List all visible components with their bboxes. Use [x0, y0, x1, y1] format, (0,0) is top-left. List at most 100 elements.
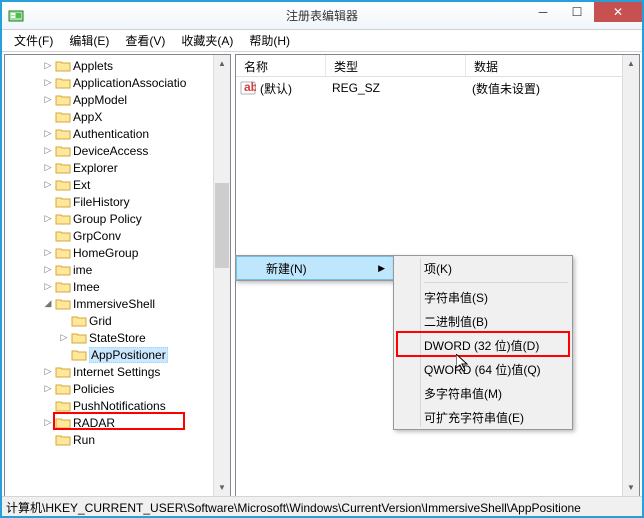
- tree-node-authentication[interactable]: ▷Authentication: [5, 125, 230, 142]
- menu-new-dword[interactable]: DWORD (32 位)值(D): [394, 333, 572, 357]
- tree-node-filehistory[interactable]: FileHistory: [5, 193, 230, 210]
- tree-node-label: Internet Settings: [73, 365, 160, 379]
- tree-node-apppositioner[interactable]: AppPositioner: [5, 346, 230, 363]
- folder-icon: [55, 416, 71, 430]
- tree-node-appx[interactable]: AppX: [5, 108, 230, 125]
- menu-favorites[interactable]: 收藏夹(A): [173, 30, 241, 51]
- value-data: (数值未设置): [472, 80, 540, 97]
- col-name[interactable]: 名称: [236, 55, 326, 76]
- expander-icon[interactable]: ▷: [41, 60, 55, 71]
- context-submenu-new: 项(K) 字符串值(S) 二进制值(B) DWORD (32 位)值(D) QW…: [393, 255, 573, 430]
- folder-icon: [55, 59, 71, 73]
- expander-icon[interactable]: ◢: [41, 298, 55, 309]
- tree-node-pushnotifications[interactable]: PushNotifications: [5, 397, 230, 414]
- folder-icon: [55, 399, 71, 413]
- expander-icon[interactable]: ▷: [41, 128, 55, 139]
- tree-node-label: Group Policy: [73, 212, 142, 226]
- tree-node-internet-settings[interactable]: ▷ Internet Settings: [5, 363, 230, 380]
- minimize-button[interactable]: ─: [526, 2, 560, 22]
- expander-icon[interactable]: ▷: [41, 77, 55, 88]
- tree-node-label: AppModel: [73, 93, 127, 107]
- tree-node-label: PushNotifications: [73, 399, 166, 413]
- expander-icon[interactable]: ▷: [41, 264, 55, 275]
- expander-icon[interactable]: ▷: [41, 145, 55, 156]
- folder-icon: [55, 433, 71, 447]
- expander-icon[interactable]: ▷: [41, 417, 55, 428]
- tree-node-imee[interactable]: ▷Imee: [5, 278, 230, 295]
- tree-node-ime[interactable]: ▷ime: [5, 261, 230, 278]
- scroll-up-button[interactable]: ▲: [214, 55, 230, 72]
- tree-node-ext[interactable]: ▷Ext: [5, 176, 230, 193]
- values-scrollbar[interactable]: ▲ ▼: [622, 55, 639, 496]
- folder-icon: [55, 178, 71, 192]
- expander-icon[interactable]: ▷: [41, 94, 55, 105]
- maximize-button[interactable]: ☐: [560, 2, 594, 22]
- menu-new-expandstring[interactable]: 可扩充字符串值(E): [394, 405, 572, 429]
- tree-pane: ▷Applets▷ApplicationAssociatio▷AppModelA…: [4, 54, 231, 497]
- value-row[interactable]: ab (默认) REG_SZ (数值未设置): [240, 79, 635, 97]
- menu-new[interactable]: 新建(N) ▶: [236, 256, 394, 280]
- tree-node-label: GrpConv: [73, 229, 121, 243]
- menu-file[interactable]: 文件(F): [6, 30, 61, 51]
- expander-icon[interactable]: ▷: [57, 332, 71, 343]
- menu-view[interactable]: 查看(V): [117, 30, 173, 51]
- tree-node-run[interactable]: Run: [5, 431, 230, 448]
- col-data[interactable]: 数据: [466, 55, 639, 76]
- close-button[interactable]: ✕: [594, 2, 642, 22]
- tree-node-grid[interactable]: Grid: [5, 312, 230, 329]
- tree-node-immersiveshell[interactable]: ◢ ImmersiveShell: [5, 295, 230, 312]
- tree-node-radar[interactable]: ▷RADAR: [5, 414, 230, 431]
- values-list[interactable]: ab (默认) REG_SZ (数值未设置): [236, 77, 639, 99]
- tree-node-policies[interactable]: ▷Policies: [5, 380, 230, 397]
- registry-tree[interactable]: ▷Applets▷ApplicationAssociatio▷AppModelA…: [5, 55, 230, 450]
- menu-new-label: 新建(N): [266, 260, 307, 277]
- folder-icon: [55, 365, 71, 379]
- tree-node-label: Grid: [89, 314, 112, 328]
- scroll-down-button[interactable]: ▼: [214, 479, 230, 496]
- expander-icon[interactable]: ▷: [41, 383, 55, 394]
- folder-icon: [55, 110, 71, 124]
- menu-new-string[interactable]: 字符串值(S): [394, 285, 572, 309]
- tree-node-grpconv[interactable]: GrpConv: [5, 227, 230, 244]
- tree-node-applicationassociatio[interactable]: ▷ApplicationAssociatio: [5, 74, 230, 91]
- menu-new-qword[interactable]: QWORD (64 位)值(Q): [394, 357, 572, 381]
- tree-node-label: Explorer: [73, 161, 118, 175]
- menu-help[interactable]: 帮助(H): [241, 30, 298, 51]
- scroll-up-button[interactable]: ▲: [623, 55, 639, 72]
- col-type[interactable]: 类型: [326, 55, 466, 76]
- expander-icon[interactable]: ▷: [41, 179, 55, 190]
- value-type: REG_SZ: [332, 81, 472, 95]
- string-value-icon: ab: [240, 80, 256, 96]
- tree-scrollbar[interactable]: ▲ ▼: [213, 55, 230, 496]
- expander-icon[interactable]: ▷: [41, 162, 55, 173]
- menubar: 文件(F) 编辑(E) 查看(V) 收藏夹(A) 帮助(H): [2, 30, 642, 52]
- folder-icon: [55, 246, 71, 260]
- menu-new-multistring[interactable]: 多字符串值(M): [394, 381, 572, 405]
- tree-node-label: ImmersiveShell: [73, 297, 155, 311]
- tree-node-homegroup[interactable]: ▷HomeGroup: [5, 244, 230, 261]
- expander-icon[interactable]: ▷: [41, 213, 55, 224]
- menu-new-key[interactable]: 项(K): [394, 256, 572, 280]
- tree-node-statestore[interactable]: ▷StateStore: [5, 329, 230, 346]
- expander-icon[interactable]: ▷: [41, 247, 55, 258]
- folder-icon: [55, 93, 71, 107]
- folder-icon: [71, 331, 87, 345]
- tree-node-applets[interactable]: ▷Applets: [5, 57, 230, 74]
- expander-icon[interactable]: ▷: [41, 366, 55, 377]
- folder-icon: [55, 229, 71, 243]
- menu-edit[interactable]: 编辑(E): [61, 30, 117, 51]
- tree-node-appmodel[interactable]: ▷ AppModel: [5, 91, 230, 108]
- folder-icon: [71, 314, 87, 328]
- tree-node-group-policy[interactable]: ▷ Group Policy: [5, 210, 230, 227]
- tree-node-explorer[interactable]: ▷ Explorer: [5, 159, 230, 176]
- scroll-thumb[interactable]: [215, 183, 229, 268]
- menu-new-binary[interactable]: 二进制值(B): [394, 309, 572, 333]
- svg-text:ab: ab: [244, 80, 256, 94]
- scroll-down-button[interactable]: ▼: [623, 479, 639, 496]
- expander-icon[interactable]: ▷: [41, 281, 55, 292]
- folder-icon: [55, 263, 71, 277]
- folder-icon: [55, 144, 71, 158]
- folder-icon: [55, 127, 71, 141]
- tree-node-deviceaccess[interactable]: ▷DeviceAccess: [5, 142, 230, 159]
- tree-node-label: AppX: [73, 110, 102, 124]
